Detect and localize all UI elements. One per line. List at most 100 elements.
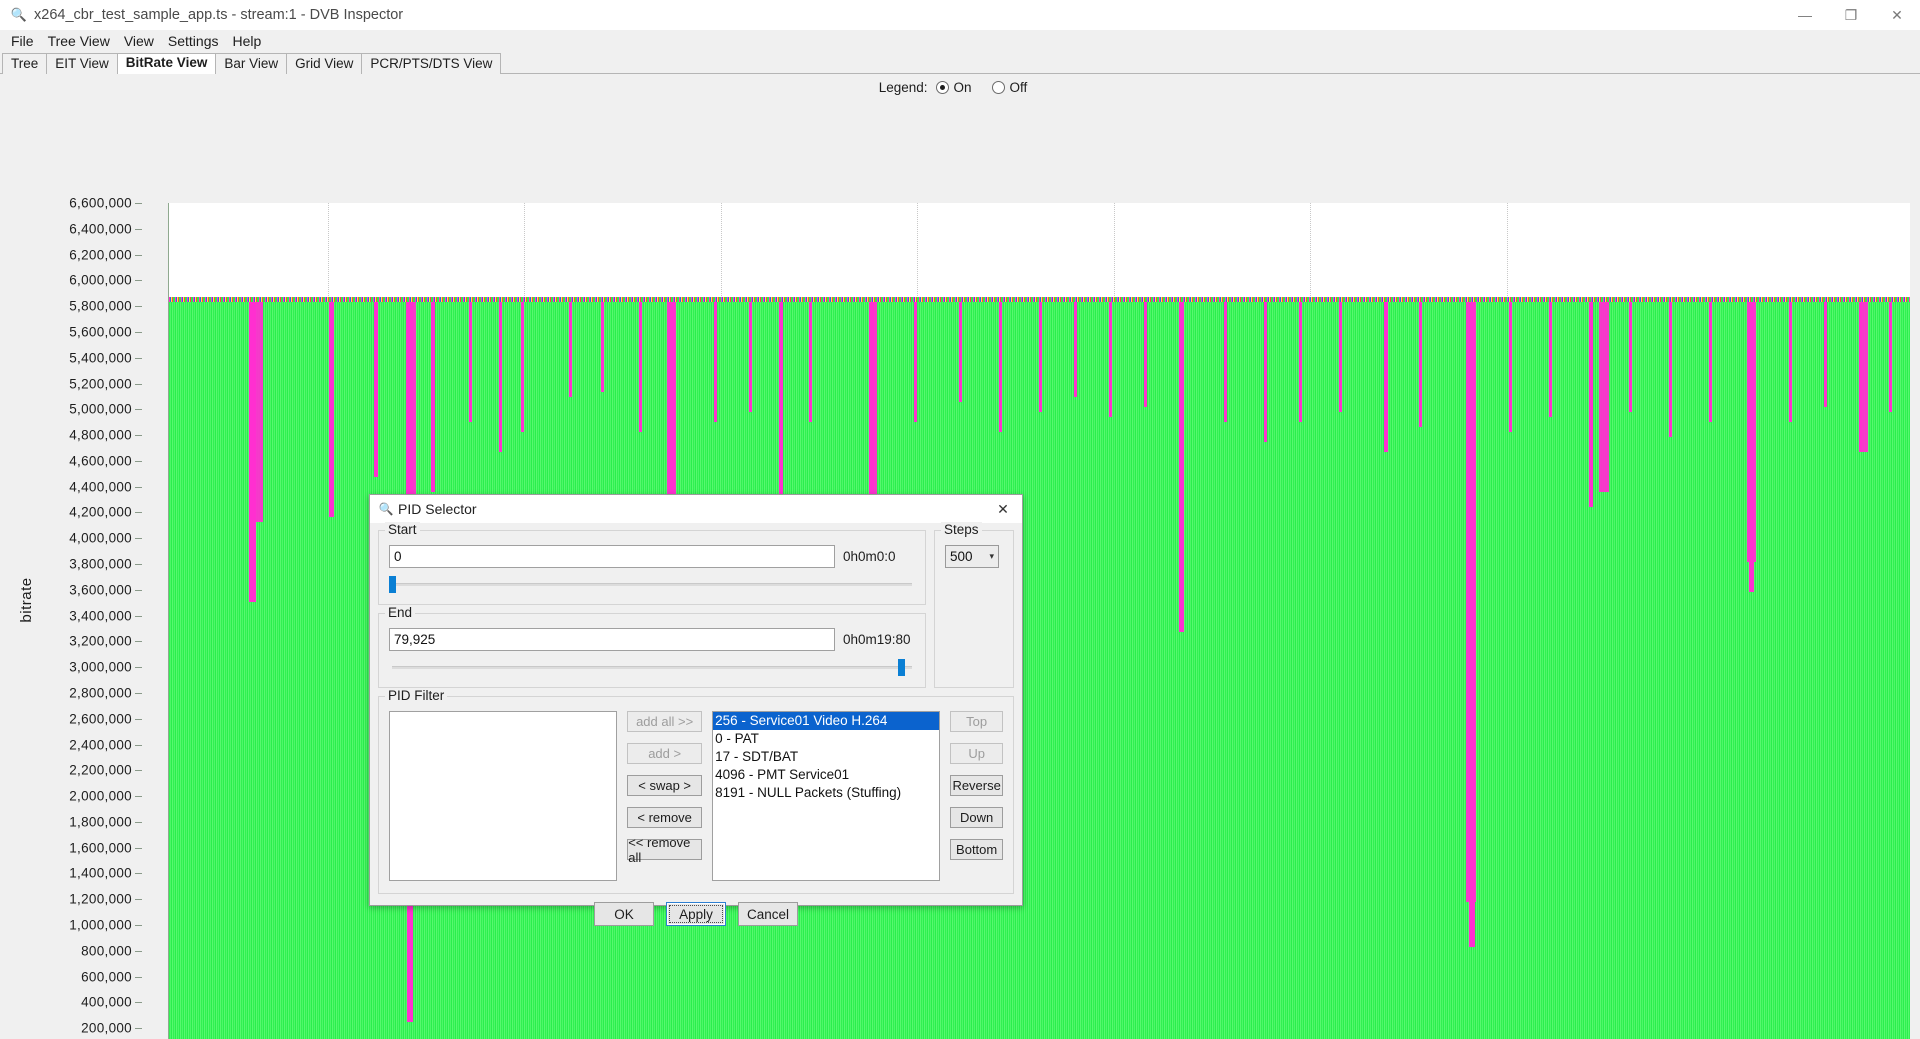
- ok-button[interactable]: OK: [594, 902, 654, 926]
- y-axis-tick-mark: [135, 228, 142, 230]
- down-button[interactable]: Down: [950, 807, 1004, 828]
- stuffing-spike: [374, 302, 378, 477]
- y-axis-tick-mark: [135, 667, 142, 669]
- list-item[interactable]: 0 - PAT: [713, 730, 939, 748]
- menu-item-tree-view[interactable]: Tree View: [41, 32, 117, 50]
- menu-item-settings[interactable]: Settings: [161, 32, 226, 50]
- menu-item-file[interactable]: File: [4, 32, 41, 50]
- stuffing-spike: [1549, 302, 1552, 417]
- y-axis-tick-label: 6,200,000: [69, 247, 132, 263]
- y-axis-tick-label: 3,000,000: [69, 659, 132, 675]
- end-value-input[interactable]: 79,925: [389, 628, 835, 651]
- y-axis-tick-mark: [135, 589, 142, 591]
- selected-pids-list[interactable]: 256 - Service01 Video H.264 0 - PAT 17 - S…: [712, 711, 941, 881]
- start-value-input[interactable]: 0: [389, 545, 835, 568]
- y-axis-tick-label: 4,800,000: [69, 427, 132, 443]
- y-axis-tick-mark: [135, 976, 142, 978]
- reverse-button[interactable]: Reverse: [950, 775, 1004, 796]
- y-axis-tick-label: 5,800,000: [69, 298, 132, 314]
- dialog-footer: OK Apply Cancel: [378, 902, 1014, 926]
- y-axis-tick-label: 400,000: [81, 994, 132, 1010]
- start-time-label: 0h0m0:0: [843, 549, 896, 564]
- y-axis-tick-label: 3,800,000: [69, 556, 132, 572]
- radio-off-icon[interactable]: [991, 80, 1005, 94]
- tab-bitrate-view[interactable]: BitRate View: [116, 53, 217, 74]
- stuffing-spike: [1589, 302, 1593, 507]
- list-item[interactable]: 8191 - NULL Packets (Stuffing): [713, 784, 939, 802]
- y-axis-tick-label: 2,400,000: [69, 737, 132, 753]
- chevron-down-icon: ▾: [989, 551, 994, 561]
- start-slider-track[interactable]: [392, 583, 912, 586]
- list-item[interactable]: 4096 - PMT Service01: [713, 766, 939, 784]
- y-axis-tick-label: 1,400,000: [69, 865, 132, 881]
- add-button: add >: [627, 743, 703, 764]
- y-axis-tick-label: 3,200,000: [69, 633, 132, 649]
- y-axis-tick-mark: [135, 1028, 142, 1030]
- end-slider[interactable]: [389, 657, 915, 677]
- pid-selector-dialog: 🔍 PID Selector ✕ Start 0 0h0m0:0 End 79,…: [369, 494, 1023, 926]
- radio-on-icon[interactable]: [935, 80, 949, 94]
- y-axis-tick-label: 6,600,000: [69, 195, 132, 211]
- y-axis-tick-label: 3,400,000: [69, 608, 132, 624]
- menu-item-view[interactable]: View: [117, 32, 161, 50]
- start-slider[interactable]: [389, 574, 915, 594]
- swap-button[interactable]: < swap >: [627, 775, 703, 796]
- y-axis-tick-label: 600,000: [81, 969, 132, 985]
- y-axis-tick-label: 1,600,000: [69, 840, 132, 856]
- y-axis-tick-mark: [135, 821, 142, 823]
- stuffing-spike: [569, 302, 572, 397]
- tab-tree[interactable]: Tree: [2, 53, 48, 74]
- restore-button[interactable]: ❐: [1828, 0, 1874, 30]
- y-axis-tick-mark: [135, 641, 142, 643]
- minimize-button[interactable]: —: [1782, 0, 1828, 30]
- y-axis-tick-mark: [135, 873, 142, 875]
- close-button[interactable]: ✕: [1874, 0, 1920, 30]
- tab-grid-view[interactable]: Grid View: [286, 53, 363, 74]
- available-pids-list[interactable]: [389, 711, 618, 881]
- y-axis-tick-label: 800,000: [81, 943, 132, 959]
- magnifier-icon: 🔍: [378, 502, 394, 516]
- y-axis-tick-label: 5,200,000: [69, 376, 132, 391]
- start-slider-thumb[interactable]: [389, 576, 396, 593]
- tab-pcr-pts-dts-view[interactable]: PCR/PTS/DTS View: [361, 53, 502, 74]
- y-axis-tick-mark: [135, 770, 142, 772]
- legend-on-option[interactable]: On: [935, 80, 972, 95]
- legend-toggle-row: Legend: On Off: [0, 74, 1920, 100]
- stuffing-spike: [639, 302, 642, 432]
- remove-button[interactable]: < remove: [627, 807, 703, 828]
- list-item[interactable]: 17 - SDT/BAT: [713, 748, 939, 766]
- list-item[interactable]: 256 - Service01 Video H.264: [713, 712, 940, 730]
- y-axis-tick-mark: [135, 357, 142, 359]
- y-axis-tick-label: 6,000,000: [69, 272, 132, 288]
- transfer-buttons: add all >> add > < swap > < remove << remove…: [627, 711, 703, 865]
- apply-button[interactable]: Apply: [666, 902, 726, 926]
- stuffing-spike: [1109, 302, 1112, 417]
- remove-all-button[interactable]: << remove all: [627, 835, 703, 865]
- legend-off-option[interactable]: Off: [991, 80, 1027, 95]
- stuffing-spike: [431, 302, 435, 492]
- dialog-title: PID Selector: [398, 501, 477, 517]
- end-slider-track[interactable]: [392, 666, 912, 669]
- start-group-label: Start: [385, 522, 420, 537]
- tab-eit-view[interactable]: EIT View: [46, 53, 118, 74]
- menu-item-help[interactable]: Help: [226, 32, 269, 50]
- dialog-close-button[interactable]: ✕: [984, 495, 1022, 524]
- y-axis-tick-mark: [135, 796, 142, 798]
- stuffing-band: [1466, 302, 1476, 902]
- y-axis-tick-mark: [135, 460, 142, 462]
- stuffing-spike: [1709, 302, 1712, 422]
- up-button: Up: [950, 743, 1004, 764]
- y-axis-tick-mark: [135, 925, 142, 927]
- end-slider-thumb[interactable]: [897, 659, 905, 676]
- y-axis-tick-mark: [135, 899, 142, 901]
- stuffing-band: [251, 302, 263, 522]
- tab-bar-view[interactable]: Bar View: [215, 53, 288, 74]
- y-axis-tick-mark: [135, 718, 142, 720]
- stuffing-spike: [914, 302, 917, 422]
- cancel-button[interactable]: Cancel: [738, 902, 798, 926]
- top-button: Top: [950, 711, 1004, 732]
- stuffing-spike: [1824, 302, 1827, 407]
- steps-dropdown[interactable]: 500 ▾: [945, 545, 999, 568]
- dialog-titlebar: 🔍 PID Selector ✕: [370, 495, 1022, 524]
- bottom-button[interactable]: Bottom: [950, 839, 1004, 860]
